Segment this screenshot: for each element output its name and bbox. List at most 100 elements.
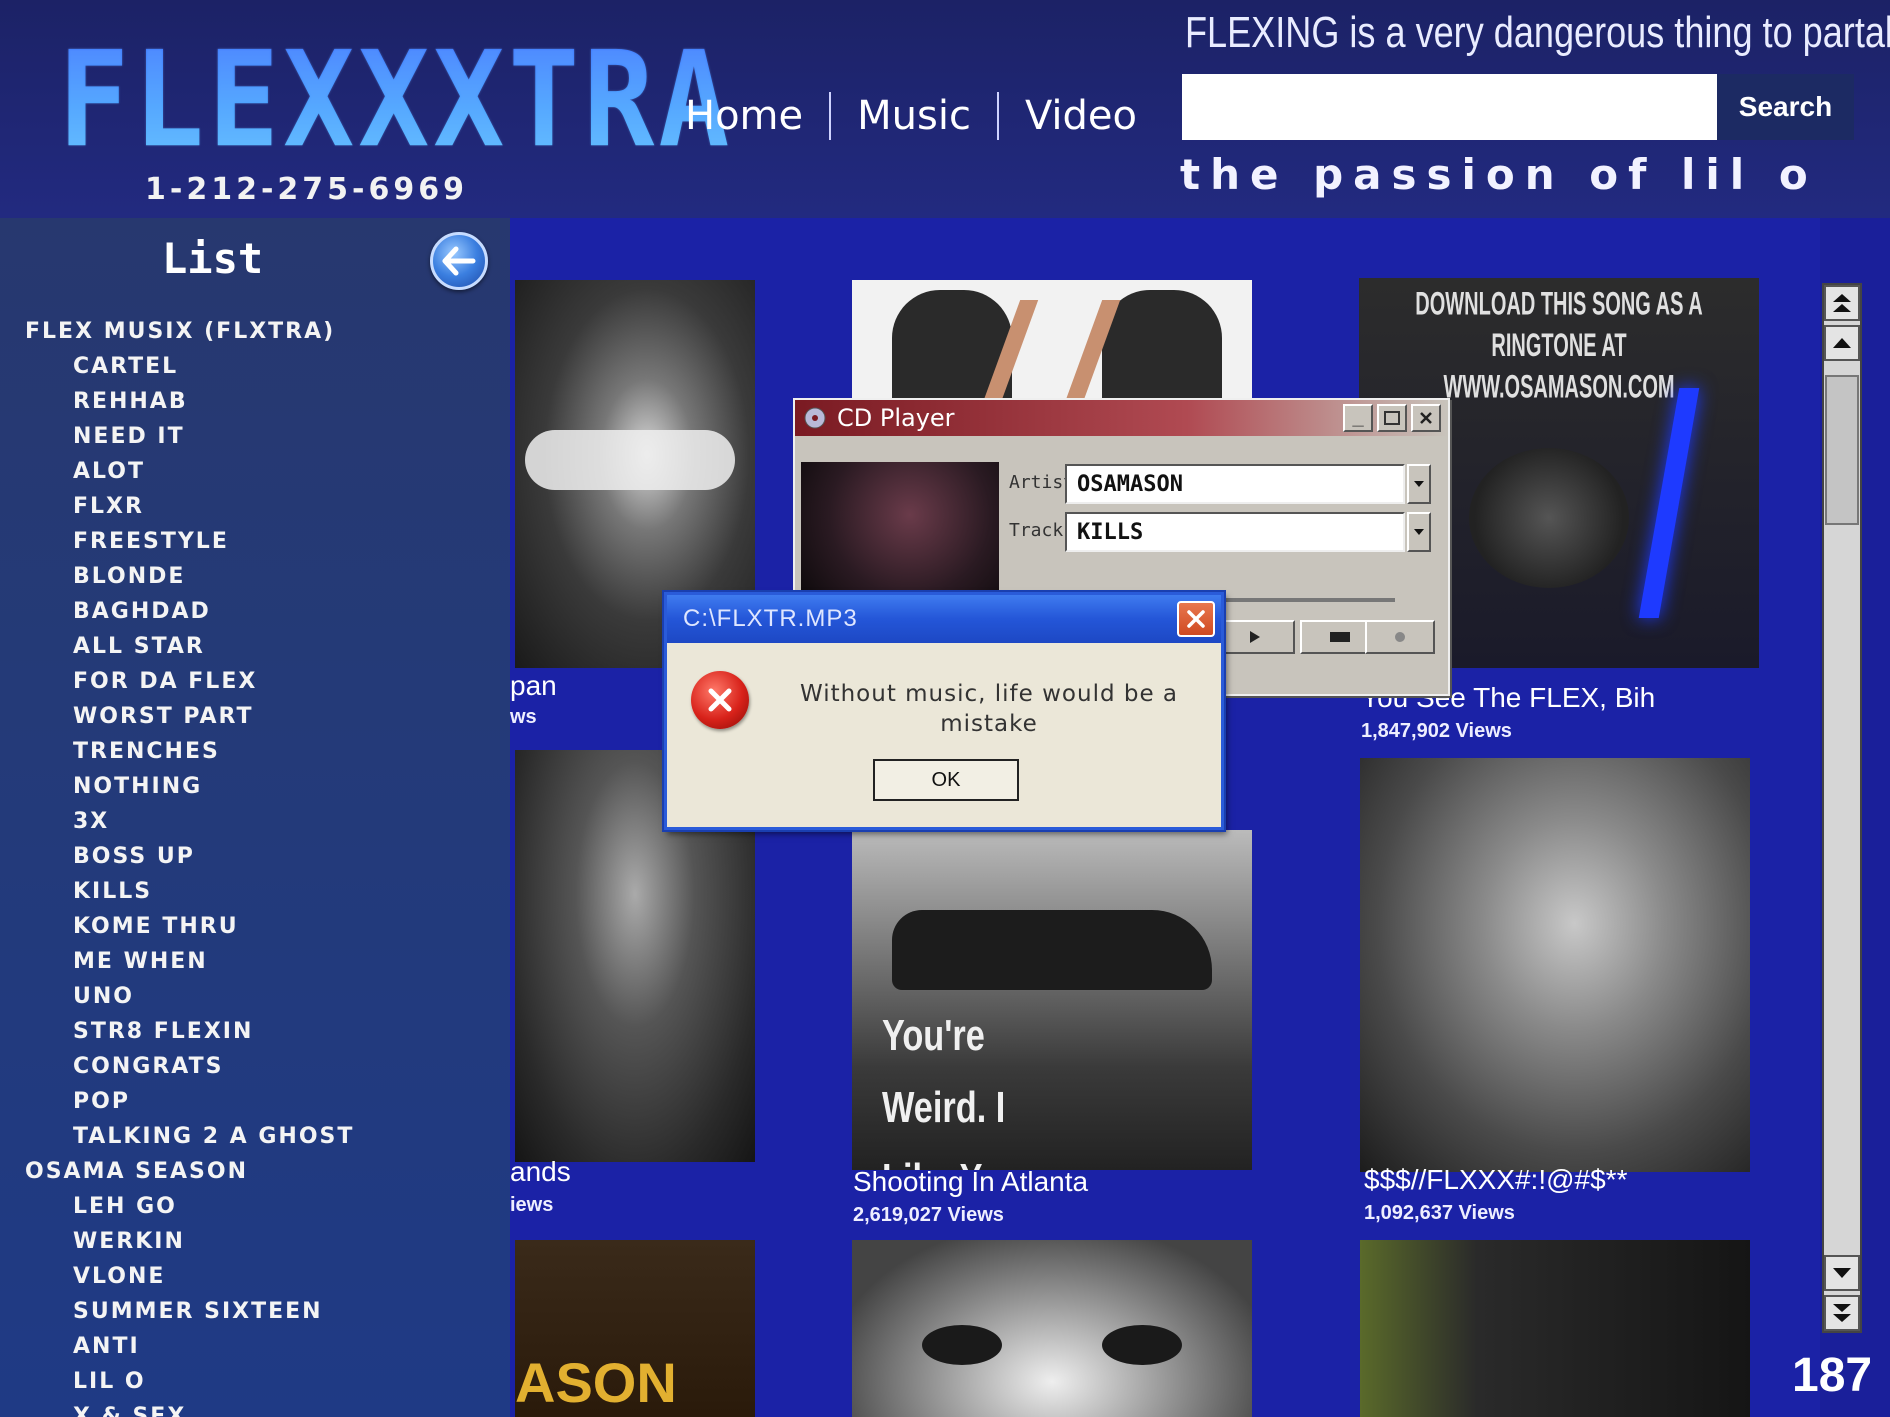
video-title[interactable]: Shooting In Atlanta bbox=[853, 1166, 1088, 1198]
song-list-item[interactable]: X & SEX bbox=[25, 1399, 505, 1417]
song-list-item[interactable]: STR8 FLEXIN bbox=[25, 1014, 505, 1049]
song-list-item[interactable]: WERKIN bbox=[25, 1224, 505, 1259]
minimize-button[interactable]: _ bbox=[1343, 404, 1373, 432]
song-list-item[interactable]: FOR DA FLEX bbox=[25, 664, 505, 699]
song-list-item[interactable]: CONGRATS bbox=[25, 1049, 505, 1084]
song-list-item[interactable]: ANTI bbox=[25, 1329, 505, 1364]
scroll-top-button[interactable] bbox=[1824, 285, 1860, 321]
song-list-item[interactable]: TRENCHES bbox=[25, 734, 505, 769]
song-list-item[interactable]: ME WHEN bbox=[25, 944, 505, 979]
song-list-item[interactable]: BLONDE bbox=[25, 559, 505, 594]
song-list-item[interactable]: NOTHING bbox=[25, 769, 505, 804]
nav-music[interactable]: Music bbox=[831, 93, 997, 139]
song-list-item[interactable]: BOSS UP bbox=[25, 839, 505, 874]
chevron-up-icon bbox=[1833, 338, 1851, 348]
arrow-left-icon bbox=[442, 246, 476, 276]
album-art bbox=[801, 462, 999, 594]
close-icon bbox=[1187, 610, 1205, 628]
video-views: 1,092,637 Views bbox=[1364, 1202, 1515, 1224]
play-button[interactable] bbox=[1215, 620, 1295, 654]
close-icon bbox=[1420, 412, 1432, 424]
track-field[interactable]: KILLS bbox=[1065, 512, 1405, 552]
meme-caption: You're Weird. I Like You. bbox=[882, 1011, 1031, 1170]
artist-dropdown-button[interactable] bbox=[1407, 464, 1431, 504]
nav-video[interactable]: Video bbox=[999, 93, 1163, 139]
song-list-item[interactable]: 3X bbox=[25, 804, 505, 839]
chevron-down-icon bbox=[1414, 529, 1424, 535]
video-title[interactable]: $$$//FLXXX#:!@#$** bbox=[1364, 1164, 1627, 1196]
song-list-item[interactable]: ALOT bbox=[25, 454, 505, 489]
video-thumbnail[interactable]: ASON bbox=[515, 1240, 755, 1417]
video-views: 1,847,902 Views bbox=[1361, 720, 1512, 742]
scroll-down-button[interactable] bbox=[1824, 1255, 1860, 1291]
cd-player-title: CD Player bbox=[837, 404, 955, 432]
eject-button[interactable] bbox=[1365, 620, 1435, 654]
video-thumbnail[interactable]: You're Weird. I Like You. bbox=[852, 830, 1252, 1170]
video-thumbnail[interactable] bbox=[1360, 1240, 1750, 1417]
maximize-button[interactable] bbox=[1377, 404, 1407, 432]
video-thumbnail[interactable] bbox=[1360, 758, 1750, 1172]
dialog-message: Without music, life would be a mistake bbox=[799, 681, 1179, 737]
video-views: ws bbox=[510, 706, 537, 728]
artist-field[interactable]: OSAMASON bbox=[1065, 464, 1405, 504]
song-list-item[interactable]: KOME THRU bbox=[25, 909, 505, 944]
video-title[interactable]: ands bbox=[510, 1156, 571, 1188]
track-dropdown-button[interactable] bbox=[1407, 512, 1431, 552]
error-icon bbox=[691, 671, 749, 729]
thumbnail-overlay-text: ASON bbox=[515, 1351, 677, 1414]
song-list-item[interactable]: WORST PART bbox=[25, 699, 505, 734]
song-list-item[interactable]: FLXR bbox=[25, 489, 505, 524]
double-chevron-up-icon bbox=[1833, 294, 1851, 312]
song-list-item[interactable]: TALKING 2 A GHOST bbox=[25, 1119, 505, 1154]
error-dialog: C:\FLXTR.MP3 Without music, life would b… bbox=[664, 592, 1224, 830]
song-list-item[interactable]: FREESTYLE bbox=[25, 524, 505, 559]
site-header: FLEXXXTRA 1-212-275-6969 Home Music Vide… bbox=[0, 0, 1890, 218]
dialog-title: C:\FLXTR.MP3 bbox=[683, 605, 858, 632]
song-list-item[interactable]: LIL O bbox=[25, 1364, 505, 1399]
play-icon bbox=[1250, 631, 1260, 643]
dialog-close-button[interactable] bbox=[1177, 601, 1215, 637]
main-nav: Home Music Video bbox=[685, 88, 1163, 144]
ok-button[interactable]: OK bbox=[873, 759, 1019, 801]
song-list-item[interactable]: ALL STAR bbox=[25, 629, 505, 664]
chevron-down-icon bbox=[1414, 481, 1424, 487]
scroll-bottom-button[interactable] bbox=[1824, 1295, 1860, 1331]
sidebar: List FLEX MUSIX (FLXTRA) CARTEL REHHAB NEED… bbox=[0, 218, 510, 1417]
song-list-item[interactable]: CARTEL bbox=[25, 349, 505, 384]
phone-number: 1-212-275-6969 bbox=[145, 172, 468, 207]
album-list-heading[interactable]: FLEX MUSIX (FLXTRA) bbox=[25, 314, 505, 349]
video-views: 2,619,027 Views bbox=[853, 1204, 1004, 1226]
chevron-down-icon bbox=[1833, 1268, 1851, 1278]
song-list-item[interactable]: VLONE bbox=[25, 1259, 505, 1294]
maximize-icon bbox=[1384, 411, 1400, 425]
song-list: FLEX MUSIX (FLXTRA) CARTEL REHHAB NEED IT AL… bbox=[25, 314, 505, 1417]
scroll-up-button[interactable] bbox=[1824, 325, 1860, 361]
cd-icon bbox=[804, 407, 826, 429]
scroll-thumb[interactable] bbox=[1825, 375, 1859, 525]
record-icon bbox=[1395, 632, 1405, 642]
video-title[interactable]: pan bbox=[510, 670, 557, 702]
song-list-item[interactable]: SUMMER SIXTEEN bbox=[25, 1294, 505, 1329]
song-list-item[interactable]: BAGHDAD bbox=[25, 594, 505, 629]
nav-home[interactable]: Home bbox=[685, 93, 829, 139]
album-list-heading[interactable]: OSAMA SEASON bbox=[25, 1154, 505, 1189]
song-list-item[interactable]: POP bbox=[25, 1084, 505, 1119]
close-button[interactable] bbox=[1411, 404, 1441, 432]
stop-icon bbox=[1330, 632, 1350, 642]
page-number: 187 bbox=[1792, 1349, 1873, 1402]
video-views: iews bbox=[510, 1194, 554, 1216]
video-thumbnail[interactable] bbox=[852, 1240, 1252, 1417]
search-button[interactable]: Search bbox=[1717, 74, 1854, 140]
search-input[interactable] bbox=[1182, 74, 1717, 140]
song-list-item[interactable]: NEED IT bbox=[25, 419, 505, 454]
site-logo[interactable]: FLEXXXTRA bbox=[58, 22, 733, 177]
song-list-item[interactable]: UNO bbox=[25, 979, 505, 1014]
song-list-item[interactable]: REHHAB bbox=[25, 384, 505, 419]
song-list-item[interactable]: LEH GO bbox=[25, 1189, 505, 1224]
scrollbar[interactable] bbox=[1822, 283, 1862, 1333]
sidebar-title: List bbox=[162, 234, 264, 283]
dialog-titlebar[interactable]: C:\FLXTR.MP3 bbox=[667, 595, 1221, 643]
song-list-item[interactable]: KILLS bbox=[25, 874, 505, 909]
back-button[interactable] bbox=[430, 232, 488, 290]
tagline-top: FLEXING is a very dangerous thing to par… bbox=[1185, 8, 1890, 57]
